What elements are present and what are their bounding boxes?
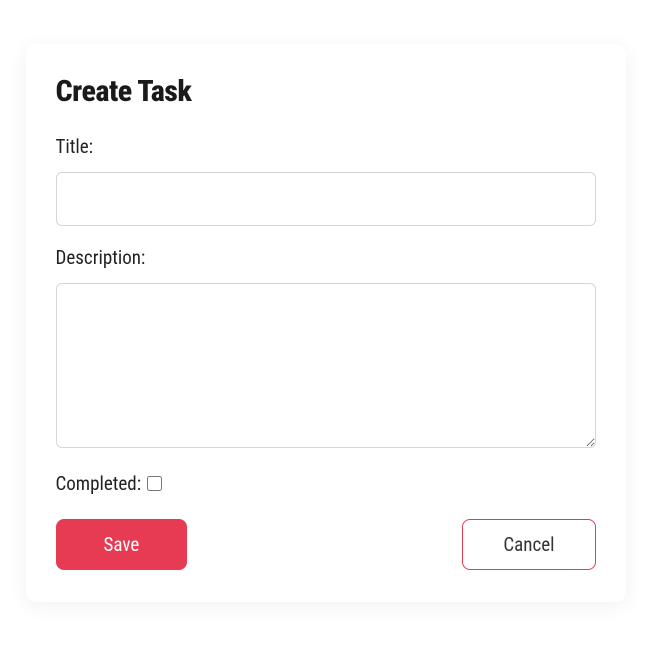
description-label: Description: (56, 246, 596, 269)
create-task-card: Create Task Title: Description: Complete… (26, 44, 626, 602)
cancel-button[interactable]: Cancel (462, 519, 595, 570)
title-label: Title: (56, 135, 596, 158)
page-title: Create Task (56, 74, 596, 109)
save-button[interactable]: Save (56, 519, 188, 570)
button-row: Save Cancel (56, 519, 596, 570)
description-input[interactable] (56, 283, 596, 448)
description-field-group: Description: (56, 246, 596, 448)
title-input[interactable] (56, 172, 596, 226)
completed-checkbox[interactable] (147, 476, 162, 491)
title-field-group: Title: (56, 135, 596, 226)
completed-label: Completed: (56, 472, 142, 495)
completed-field-group: Completed: (56, 472, 596, 495)
